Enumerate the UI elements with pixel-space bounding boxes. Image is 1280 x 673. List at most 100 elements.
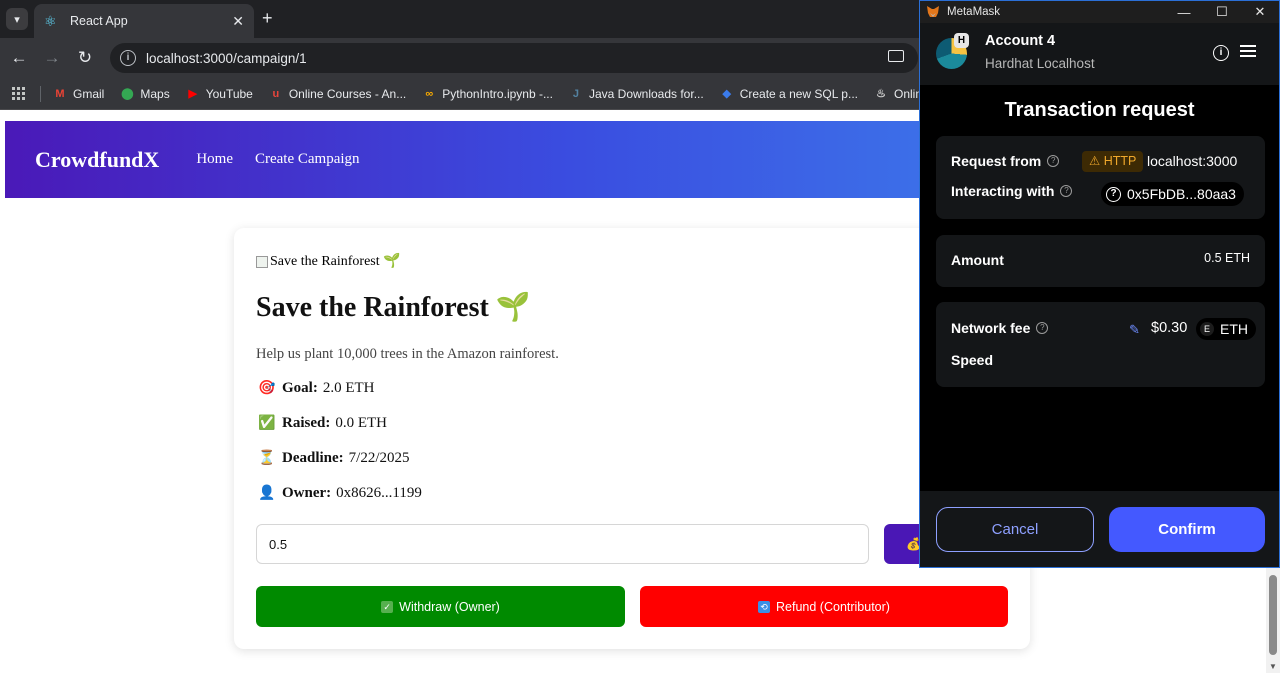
bookmark-item[interactable]: ⬤ Maps (120, 86, 170, 101)
bookmark-item[interactable]: ∞ PythonIntro.ipynb -... (422, 87, 553, 101)
metamask-titlebar: MetaMask — ☐ ✕ (920, 1, 1279, 23)
stat-deadline-label: Deadline: (282, 450, 344, 466)
cast-icon[interactable] (888, 50, 904, 62)
url-text[interactable]: localhost:3000/campaign/1 (146, 51, 307, 66)
http-warning-badge: ⚠ HTTP (1082, 151, 1144, 172)
help-icon[interactable]: ? (1060, 185, 1073, 197)
sql-icon: ◆ (722, 87, 731, 100)
site-info-icon[interactable]: i (120, 50, 136, 66)
gmail-icon: M (55, 87, 65, 100)
page-scrollbar[interactable]: ▼ (1266, 563, 1280, 673)
stat-raised: ✅ Raised: 0.0 ETH (258, 415, 387, 432)
http-tag-label: HTTP (1103, 154, 1137, 168)
fee-token-pill: E ETH (1196, 318, 1256, 340)
scrollbar-thumb[interactable] (1269, 575, 1277, 655)
help-icon[interactable]: ? (1047, 155, 1060, 167)
withdraw-button[interactable]: ✓ Withdraw (Owner) (256, 586, 625, 627)
youtube-icon: ▶ (188, 87, 197, 100)
interacting-with-label: Interacting with (951, 183, 1055, 199)
stat-goal-label: Goal: (282, 380, 318, 396)
refund-button[interactable]: ⟲ Refund (Contributor) (640, 586, 1008, 627)
speed-label: Speed (951, 352, 994, 368)
bookmark-item[interactable]: M Gmail (53, 87, 104, 101)
confirm-button[interactable]: Confirm (1109, 507, 1265, 552)
contribute-button[interactable]: 💰 (884, 524, 924, 564)
withdraw-label: Withdraw (Owner) (399, 599, 500, 614)
network-fee-label: Network fee (951, 320, 1031, 336)
bookmark-list: M Gmail ⬤ Maps ▶ YouTube u Online Courses - An.… (53, 87, 973, 101)
edit-fee-pencil-icon[interactable]: ✎ (1129, 322, 1140, 338)
broken-image-icon (256, 255, 268, 268)
bookmark-label: YouTube (205, 86, 253, 101)
bookmark-label: Java Downloads for... (588, 86, 704, 101)
stat-raised-value: 0.0 ETH (335, 415, 388, 431)
interacting-with-row: Interacting with ? (951, 183, 1073, 199)
colab-icon: ∞ (425, 87, 434, 100)
metamask-fox-icon (927, 6, 939, 17)
forward-arrow-icon[interactable]: → (41, 47, 63, 69)
close-window-icon[interactable]: ✕ (1241, 4, 1279, 20)
hourglass-icon: ⏳ (258, 451, 276, 466)
scroll-down-arrow-icon[interactable]: ▼ (1269, 662, 1277, 671)
bookmark-label: Maps (140, 86, 170, 101)
bookmark-label: Online Courses - An... (288, 86, 407, 101)
campaign-image: Save the Rainforest 🌱 (256, 253, 401, 270)
refund-arrows-icon: ⟲ (758, 600, 771, 613)
advanced-settings-icon[interactable] (1240, 43, 1256, 59)
network-name: Hardhat Localhost (985, 56, 1095, 71)
account-name: Account 4 (985, 33, 1056, 49)
bookmark-label: Create a new SQL p... (739, 86, 858, 101)
nav-create-campaign-link[interactable]: Create Campaign (255, 151, 360, 168)
metamask-footer: Cancel Confirm (920, 491, 1279, 567)
network-fee-row: Network fee ? (951, 320, 1049, 336)
bookmark-item[interactable]: J Java Downloads for... (569, 87, 704, 101)
reload-icon[interactable]: ↻ (74, 47, 96, 69)
tab-search-chevron-icon[interactable]: ▾ (6, 8, 28, 30)
bookmark-item[interactable]: ▶ YouTube (186, 86, 253, 101)
campaign-title: Save the Rainforest 🌱 (256, 292, 531, 323)
stat-owner-label: Owner: (282, 485, 332, 501)
maps-icon: ⬤ (121, 87, 134, 100)
request-from-row: Request from ? (951, 153, 1060, 169)
network-badge: H (954, 33, 969, 48)
apps-grid-icon[interactable] (12, 86, 26, 101)
brand-logo[interactable]: CrowdfundX (35, 147, 159, 173)
bookmark-label: PythonIntro.ipynb -... (442, 86, 553, 101)
amount-box: Amount 0.5 ETH (936, 235, 1265, 287)
maximize-icon[interactable]: ☐ (1203, 4, 1241, 20)
fee-value: $0.30 (1151, 320, 1188, 336)
unknown-contract-icon: ? (1106, 186, 1121, 202)
browser-tab[interactable]: ⚛ React App ✕ (34, 4, 254, 38)
stat-owner: 👤 Owner: 0x8626...1199 (258, 485, 422, 502)
contract-address: 0x5FbDB...80aa3 (1127, 186, 1236, 202)
amount-value: 0.5 ETH (1204, 251, 1250, 265)
request-host: localhost:3000 (1147, 153, 1238, 169)
check-icon: ✅ (258, 416, 276, 431)
bookmark-item[interactable]: ◆ Create a new SQL p... (720, 87, 858, 101)
info-icon[interactable]: i (1213, 45, 1229, 61)
check-box-icon: ✓ (381, 600, 394, 613)
contribution-amount-input[interactable] (256, 524, 869, 564)
nav-home-link[interactable]: Home (196, 151, 233, 168)
minimize-icon[interactable]: — (1165, 5, 1203, 20)
tab-close-icon[interactable]: ✕ (232, 13, 244, 30)
udemy-icon: u (272, 87, 280, 100)
omnibox[interactable]: i localhost:3000/campaign/1 (110, 43, 918, 73)
tab-title: React App (70, 14, 128, 28)
stat-owner-value: 0x8626...1199 (336, 485, 422, 501)
new-tab-icon[interactable]: + (262, 8, 273, 28)
user-icon: 👤 (258, 486, 276, 501)
fee-token: ETH (1220, 321, 1248, 337)
stat-raised-label: Raised: (282, 415, 331, 431)
back-arrow-icon[interactable]: ← (8, 47, 30, 69)
contract-address-pill[interactable]: ? 0x5FbDB...80aa3 (1101, 182, 1244, 206)
bookmarks-divider (40, 85, 41, 102)
campaign-card: Save the Rainforest 🌱 Save the Rainfores… (234, 228, 1030, 649)
cancel-button[interactable]: Cancel (936, 507, 1094, 552)
help-icon[interactable]: ? (1036, 322, 1049, 334)
bookmark-item[interactable]: u Online Courses - An... (269, 87, 406, 101)
online-java-icon: ♨ (876, 87, 886, 100)
account-header: H Account 4 Hardhat Localhost i (920, 23, 1279, 85)
java-icon: J (572, 87, 580, 100)
refund-label: Refund (Contributor) (776, 599, 890, 614)
